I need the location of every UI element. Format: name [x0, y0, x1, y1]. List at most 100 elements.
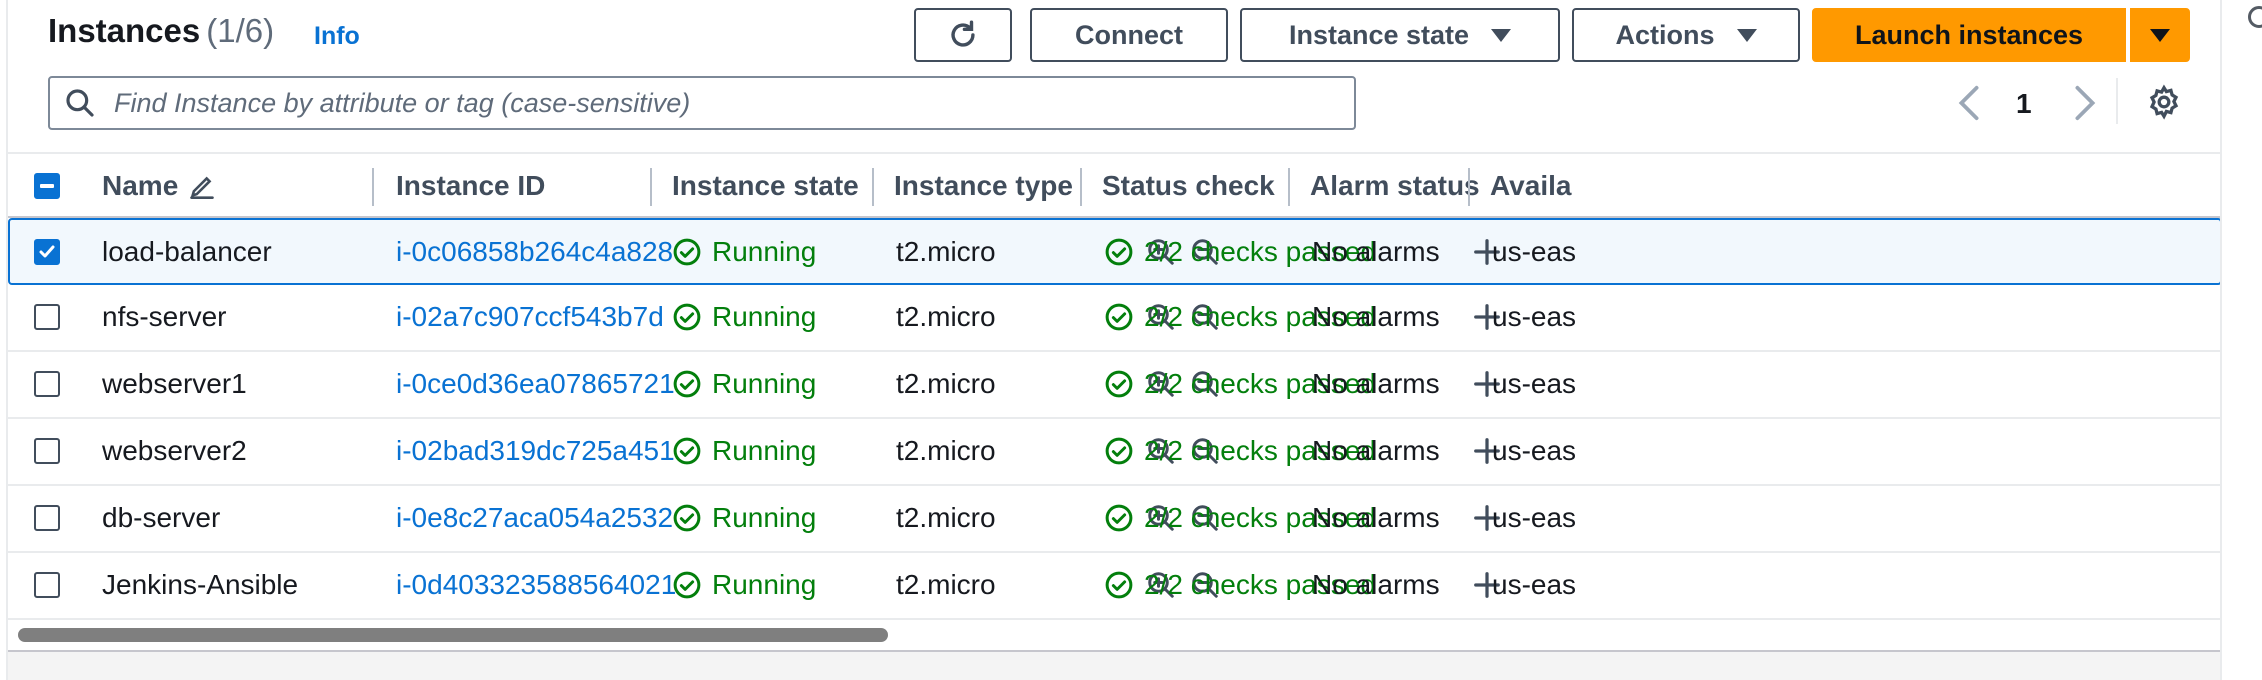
- select-all-cell[interactable]: [34, 154, 60, 218]
- row-checkbox[interactable]: [34, 438, 60, 464]
- column-header-alarm-status[interactable]: Alarm status: [1310, 154, 1480, 218]
- row-checkbox[interactable]: [34, 239, 60, 265]
- instance-name: db-server: [102, 502, 221, 533]
- availability-zone: us-eas: [1492, 569, 1577, 600]
- help-panel-icon[interactable]: [2248, 6, 2262, 28]
- instance-state-cell: Running: [672, 553, 816, 617]
- caret-down-icon: [1491, 28, 1512, 42]
- table-row[interactable]: Jenkins-Ansible i-0d403323588564021 Runn…: [8, 553, 2220, 620]
- column-divider[interactable]: [372, 168, 374, 206]
- column-divider[interactable]: [1288, 168, 1290, 206]
- alarm-status-text: No alarms: [1312, 502, 1440, 533]
- right-gutter: [2220, 0, 2262, 680]
- instance-state-text: Running: [712, 368, 817, 399]
- horizontal-scrollbar[interactable]: [18, 628, 888, 642]
- instance-id-link[interactable]: i-0c06858b264c4a828: [396, 220, 673, 284]
- instance-type: t2.micro: [896, 569, 996, 600]
- check-circle-icon: [1105, 437, 1133, 465]
- column-header-instance-state[interactable]: Instance state: [672, 154, 859, 218]
- instance-state-cell: Running: [672, 486, 816, 550]
- column-header-availability-zone[interactable]: Availa: [1490, 154, 1571, 218]
- row-select-cell[interactable]: [34, 486, 60, 550]
- column-label-instance-id: Instance ID: [396, 170, 546, 201]
- table-footer: [8, 650, 2220, 680]
- refresh-button[interactable]: [914, 8, 1012, 62]
- instance-state-cell: Running: [672, 285, 816, 349]
- column-header-status-check[interactable]: Status check: [1102, 154, 1275, 218]
- instance-name: Jenkins-Ansible: [102, 569, 299, 600]
- alarm-status-cell: No alarms: [1312, 285, 1502, 349]
- page-number[interactable]: 1: [2016, 88, 2032, 120]
- instance-state-text: Running: [712, 435, 817, 466]
- availability-zone: us-eas: [1492, 236, 1577, 267]
- alarm-status-cell: No alarms: [1312, 352, 1502, 416]
- instance-id-link[interactable]: i-0e8c27aca054a2532: [396, 486, 673, 550]
- check-circle-icon: [673, 504, 701, 532]
- column-header-instance-id[interactable]: Instance ID: [396, 154, 545, 218]
- search-bar[interactable]: [48, 76, 1356, 130]
- refresh-icon: [951, 20, 975, 47]
- check-circle-icon: [1105, 504, 1133, 532]
- chevron-right-icon[interactable]: [2070, 84, 2100, 122]
- check-circle-icon: [1105, 238, 1133, 266]
- column-label-instance-type: Instance type: [894, 170, 1073, 201]
- chevron-left-icon[interactable]: [1954, 84, 1984, 122]
- table-row[interactable]: webserver2 i-02bad319dc725a451 Running t…: [8, 419, 2220, 486]
- launch-instances-button[interactable]: Launch instances: [1812, 8, 2126, 62]
- instance-state-label: Instance state: [1288, 19, 1470, 50]
- check-circle-icon: [673, 370, 701, 398]
- column-label-status-check: Status check: [1102, 170, 1275, 201]
- column-label-instance-state: Instance state: [672, 170, 859, 201]
- connect-button[interactable]: Connect: [1030, 8, 1228, 62]
- availability-zone: us-eas: [1492, 435, 1577, 466]
- instances-panel: Instances (1/6) Info Connect Instance sta…: [6, 0, 2220, 680]
- instance-state-text: Running: [712, 502, 817, 533]
- select-all-checkbox[interactable]: [34, 173, 60, 199]
- instance-name: webserver1: [102, 368, 247, 399]
- info-link[interactable]: Info: [314, 22, 360, 51]
- column-divider[interactable]: [1468, 168, 1470, 206]
- row-select-cell[interactable]: [34, 285, 60, 349]
- check-circle-icon: [673, 437, 701, 465]
- edit-pencil-icon: [190, 176, 215, 199]
- instance-id-link[interactable]: i-0ce0d36ea07865721: [396, 352, 675, 416]
- launch-instances-dropdown[interactable]: [2130, 8, 2190, 62]
- instance-state-text: Running: [712, 569, 817, 600]
- actions-dropdown[interactable]: Actions: [1572, 8, 1800, 62]
- row-select-cell[interactable]: [34, 553, 60, 617]
- row-select-cell[interactable]: [34, 220, 60, 284]
- instance-state-cell: Running: [672, 419, 816, 483]
- instance-type: t2.micro: [896, 236, 996, 267]
- table-row[interactable]: db-server i-0e8c27aca054a2532 Running t2…: [8, 486, 2220, 553]
- table-header: Name Instance ID Instance state Instance…: [8, 152, 2220, 218]
- column-divider[interactable]: [1080, 168, 1082, 206]
- column-header-name[interactable]: Name: [102, 154, 216, 218]
- instance-state-dropdown[interactable]: Instance state: [1240, 8, 1560, 62]
- row-checkbox[interactable]: [34, 304, 60, 330]
- alarm-status-text: No alarms: [1312, 236, 1440, 267]
- column-header-instance-type[interactable]: Instance type: [894, 154, 1073, 218]
- column-divider[interactable]: [650, 168, 652, 206]
- search-input[interactable]: [112, 86, 1312, 120]
- check-circle-icon: [1105, 370, 1133, 398]
- gear-icon[interactable]: [2146, 84, 2182, 120]
- alarm-status-text: No alarms: [1312, 435, 1440, 466]
- row-select-cell[interactable]: [34, 352, 60, 416]
- row-checkbox[interactable]: [34, 572, 60, 598]
- row-select-cell[interactable]: [34, 419, 60, 483]
- title-text: Instances: [48, 12, 201, 49]
- connect-label: Connect: [1075, 19, 1183, 50]
- instance-type: t2.micro: [896, 301, 996, 332]
- table-row[interactable]: nfs-server i-02a7c907ccf543b7d Running t…: [8, 285, 2220, 352]
- alarm-status-text: No alarms: [1312, 368, 1440, 399]
- row-checkbox[interactable]: [34, 505, 60, 531]
- column-label-availability-zone: Availa: [1490, 170, 1572, 201]
- instance-id-link[interactable]: i-02bad319dc725a451: [396, 419, 675, 483]
- table-row[interactable]: webserver1 i-0ce0d36ea07865721 Running t…: [8, 352, 2220, 419]
- instance-id-link[interactable]: i-0d403323588564021: [396, 553, 676, 617]
- table-row[interactable]: load-balancer i-0c06858b264c4a828 Runnin…: [8, 218, 2220, 285]
- instance-id-link[interactable]: i-02a7c907ccf543b7d: [396, 285, 664, 349]
- check-circle-icon: [1105, 303, 1133, 331]
- row-checkbox[interactable]: [34, 371, 60, 397]
- column-divider[interactable]: [872, 168, 874, 206]
